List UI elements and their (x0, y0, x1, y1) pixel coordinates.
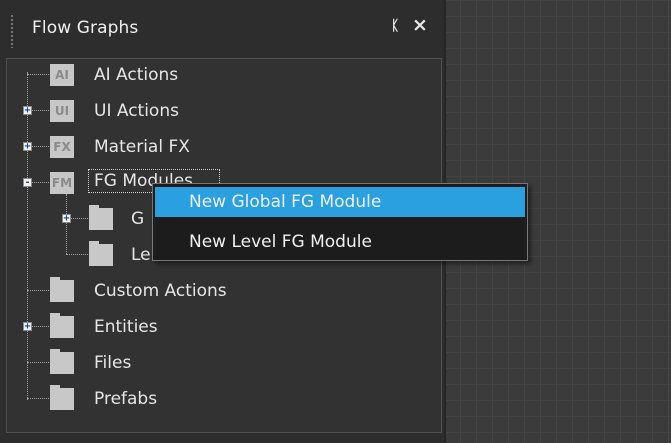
tree-item-label: G (131, 209, 145, 229)
expand-plus-icon[interactable]: + (23, 142, 32, 152)
tree-item-label: Prefabs (94, 389, 158, 409)
drag-grip-icon[interactable] (10, 14, 14, 48)
menu-item-new-global-fg-module[interactable]: New Global FG Module (155, 187, 525, 217)
context-menu: New Global FG Module New Level FG Module (152, 183, 528, 261)
folder-icon (89, 241, 113, 266)
folder-icon (89, 205, 113, 230)
folder-icon (50, 313, 74, 338)
tree-item-label: UI Actions (94, 101, 179, 121)
tree-item-label: Files (94, 353, 132, 373)
collapse-minus-icon[interactable]: - (23, 178, 32, 188)
tree-item-label: Material FX (94, 137, 190, 157)
panel-title: Flow Graphs (32, 18, 139, 38)
menu-item-new-level-fg-module[interactable]: New Level FG Module (155, 227, 525, 257)
fm-icon: FM (50, 172, 74, 194)
expand-plus-icon[interactable]: + (23, 106, 32, 116)
close-icon[interactable]: × (412, 15, 428, 35)
expand-plus-icon[interactable]: + (23, 322, 32, 332)
folder-icon (50, 277, 74, 302)
pin-icon[interactable]: ᛕ (391, 17, 399, 35)
tree-item-label: Entities (94, 317, 158, 337)
fx-icon: FX (50, 136, 74, 158)
tree-item-label: AI Actions (94, 65, 179, 85)
folder-icon (50, 349, 74, 374)
ai-icon: AI (50, 64, 74, 86)
tree-item-label: Custom Actions (94, 281, 227, 301)
ui-icon: UI (50, 100, 74, 122)
tree-item-label: Le (131, 245, 151, 265)
expand-plus-icon[interactable]: + (62, 214, 71, 224)
panel-titlebar: Flow Graphs ᛕ × (0, 0, 444, 58)
folder-icon (50, 385, 74, 410)
